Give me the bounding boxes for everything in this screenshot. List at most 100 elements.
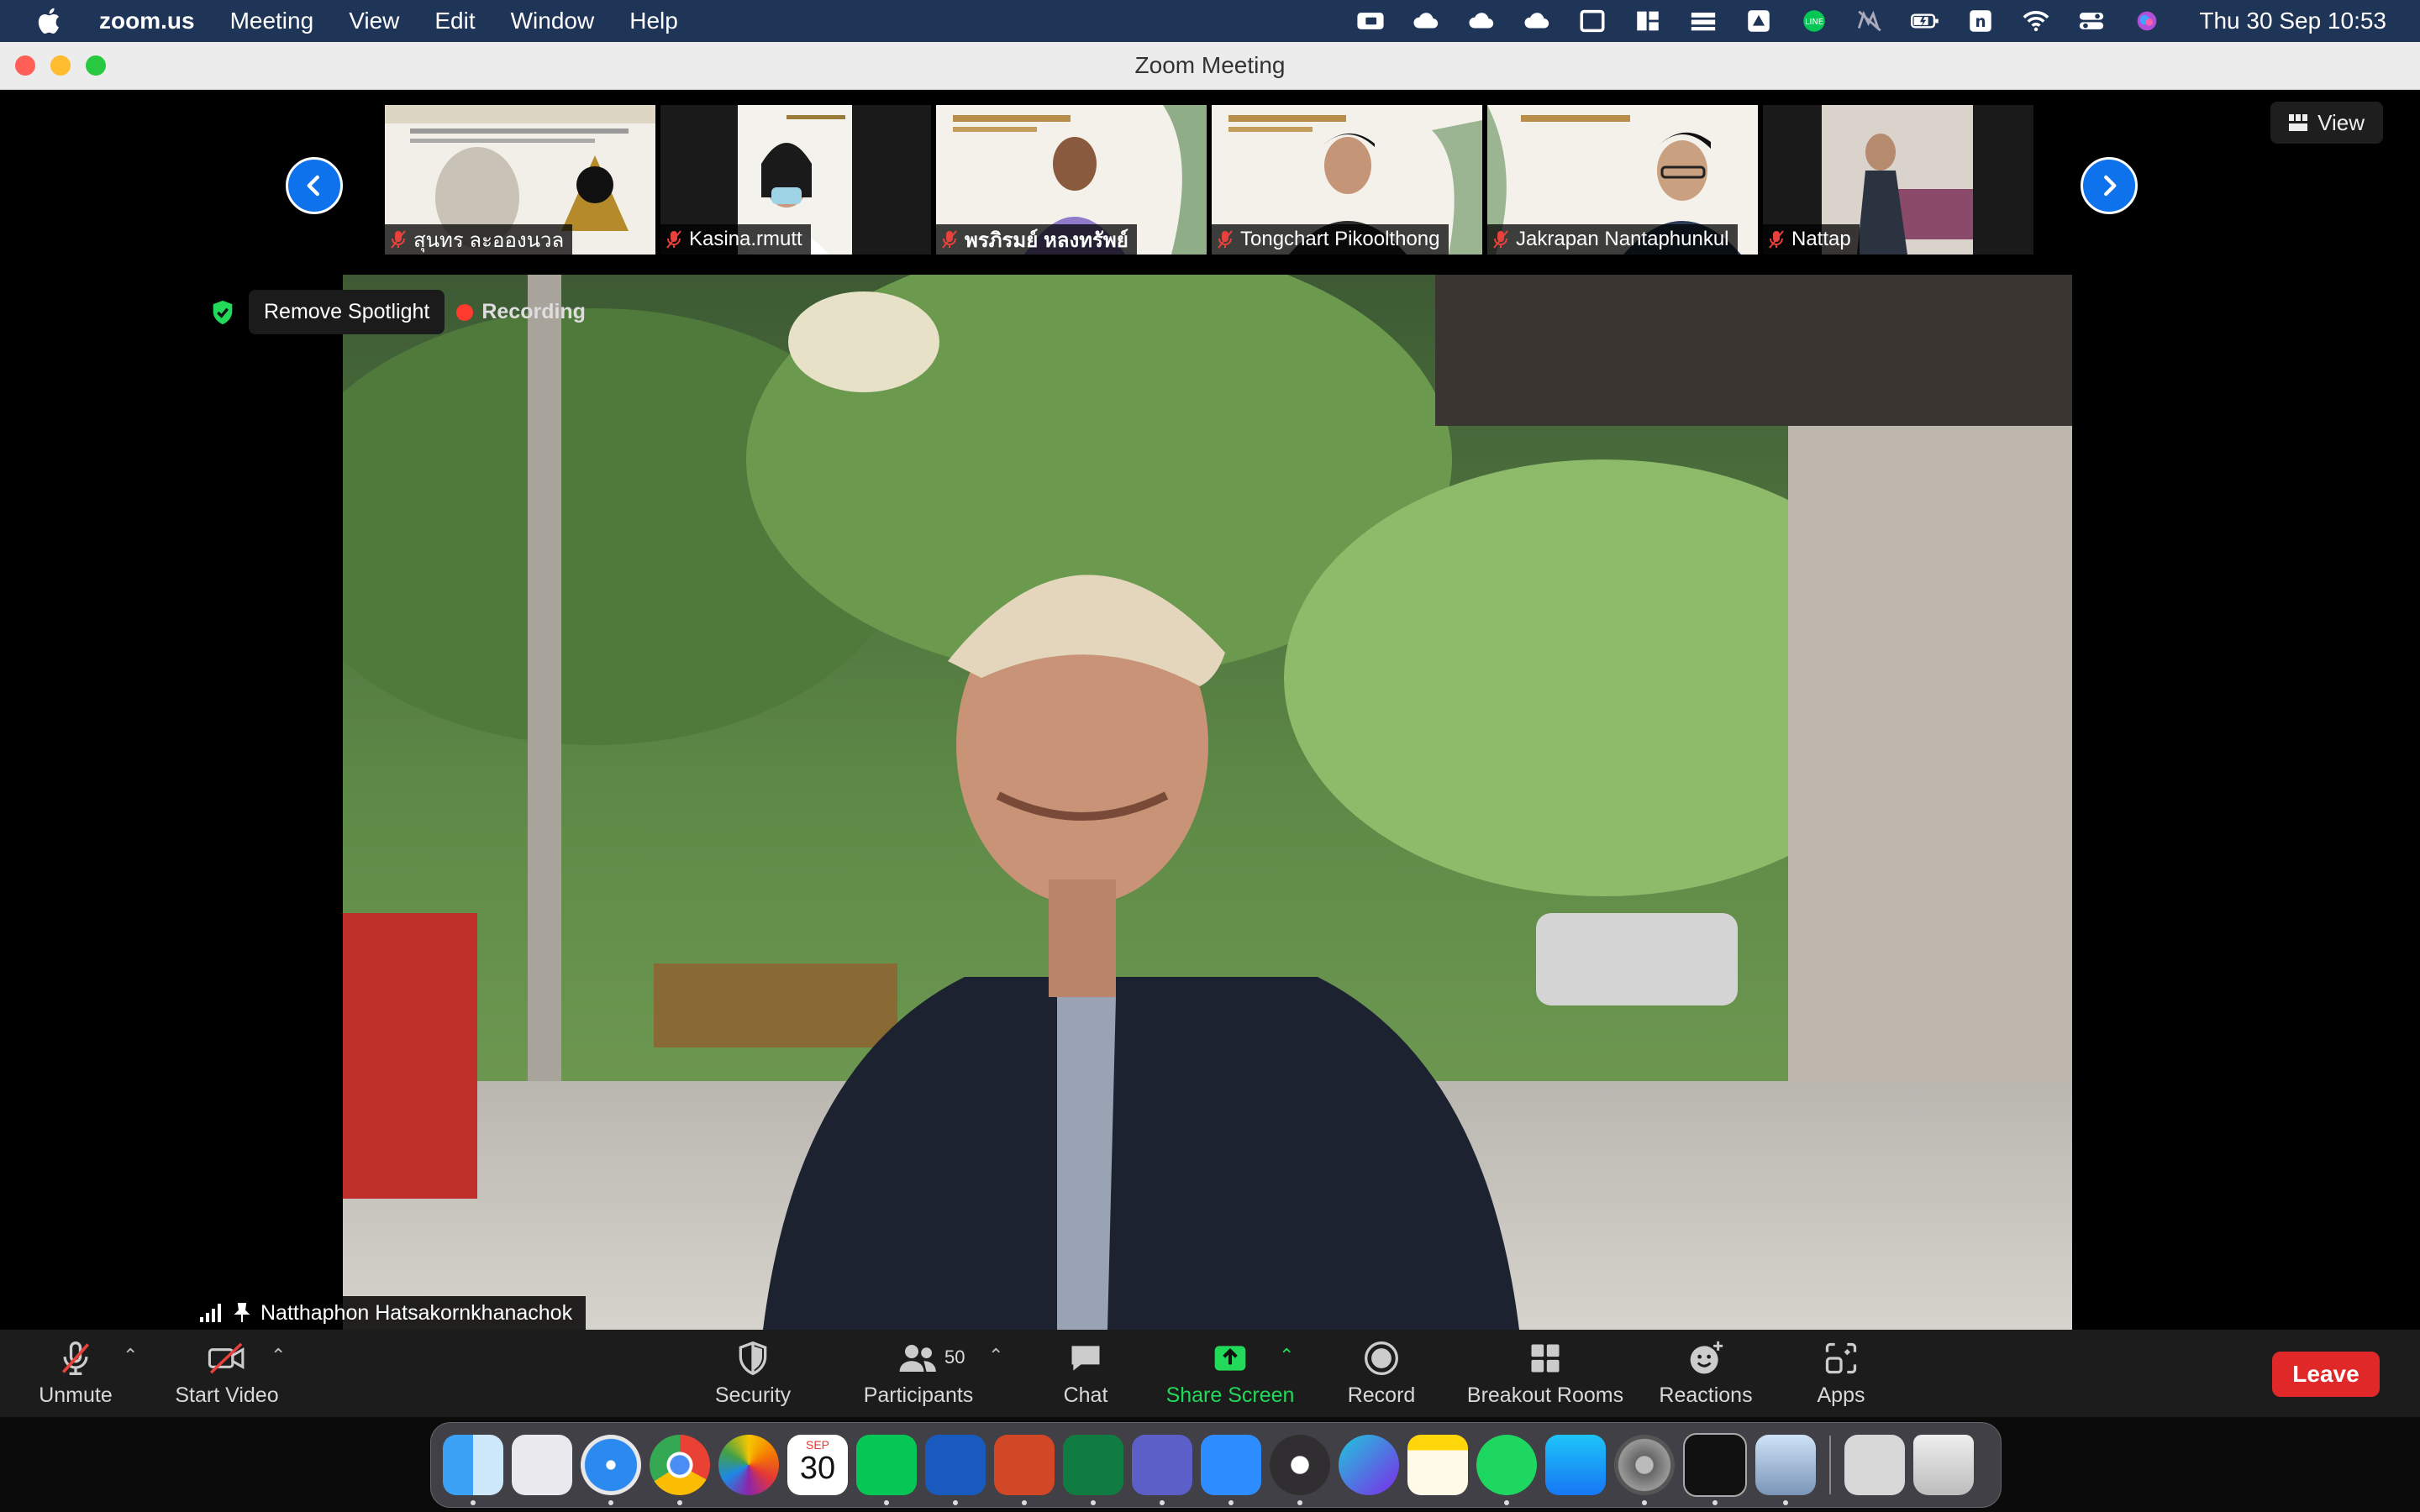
system-preferences-icon[interactable] [1614, 1435, 1675, 1505]
window-title-bar: Zoom Meeting [0, 42, 2420, 90]
drive-icon[interactable] [1744, 8, 1774, 34]
breakout-rooms-button[interactable]: Breakout Rooms [1464, 1330, 1627, 1417]
preview-icon[interactable] [1755, 1435, 1816, 1505]
participants-label: Participants [863, 1383, 974, 1407]
cloud-icon[interactable] [1411, 8, 1441, 34]
dock: SEP 30 [430, 1422, 2002, 1508]
audio-options-chevron-icon[interactable]: ⌃ [123, 1345, 143, 1366]
menu-clock[interactable]: Thu 30 Sep 10:53 [2199, 8, 2386, 34]
participant-tile[interactable]: Nattap [1763, 105, 2033, 255]
stack-icon[interactable] [1688, 8, 1718, 34]
share-screen-button[interactable]: Share Screen [1163, 1330, 1297, 1417]
next-page-button[interactable] [2081, 157, 2138, 214]
chat-bubble-icon [1071, 1345, 1100, 1371]
view-button[interactable]: View [2270, 102, 2383, 144]
share-screen-icon [1214, 1345, 1246, 1371]
safari-icon[interactable] [581, 1435, 641, 1505]
line-icon[interactable]: LINE [1799, 8, 1829, 34]
close-window-button[interactable] [15, 55, 35, 76]
remove-spotlight-button[interactable]: Remove Spotlight [249, 290, 445, 334]
participants-options-chevron-icon[interactable]: ⌃ [988, 1345, 1008, 1366]
word-icon[interactable] [925, 1435, 986, 1505]
unmute-button[interactable]: Unmute [25, 1330, 126, 1417]
window-icon[interactable] [1577, 8, 1607, 34]
participant-tile[interactable]: Jakrapan Nantaphunkul [1487, 105, 1758, 255]
share-options-chevron-icon[interactable]: ⌃ [1279, 1345, 1299, 1366]
participant-tile[interactable]: Tongchart Pikoolthong [1212, 105, 1482, 255]
launchpad-icon[interactable] [512, 1435, 572, 1495]
fullscreen-window-button[interactable] [86, 55, 106, 76]
dock-area: SEP 30 [0, 1417, 2420, 1512]
chat-label: Chat [1063, 1383, 1108, 1407]
menu-help[interactable]: Help [629, 8, 678, 34]
chat-button[interactable]: Chat [1052, 1330, 1119, 1417]
powerpoint-icon[interactable] [994, 1435, 1055, 1505]
spotlight-video[interactable]: Remove Spotlight Recording Natthaphon Ha… [193, 275, 2227, 1330]
menu-window[interactable]: Window [511, 8, 595, 34]
finder-icon[interactable] [443, 1435, 503, 1505]
notion-icon[interactable]: n [1965, 8, 1996, 34]
canva-icon[interactable] [1339, 1435, 1399, 1495]
participants-button[interactable]: Participants [855, 1330, 981, 1417]
app-store-icon[interactable] [1545, 1435, 1606, 1495]
excel-icon[interactable] [1063, 1435, 1123, 1505]
muted-audio-icon[interactable] [1854, 8, 1885, 34]
menu-edit[interactable]: Edit [434, 8, 475, 34]
participant-name: Jakrapan Nantaphunkul [1516, 228, 1729, 250]
wifi-icon[interactable] [2021, 8, 2051, 34]
notes-icon[interactable] [1407, 1435, 1468, 1495]
security-shield-icon[interactable] [208, 298, 237, 327]
security-button[interactable]: Security [702, 1330, 803, 1417]
teams-icon[interactable] [1132, 1435, 1192, 1505]
breakout-rooms-icon [1531, 1344, 1560, 1372]
cloud-icon[interactable] [1466, 8, 1497, 34]
photos-icon[interactable] [718, 1435, 779, 1495]
status-menus: LINE n Thu 30 Sep 10:53 [1355, 0, 2386, 42]
participant-name: Nattap [1791, 228, 1851, 250]
apps-button[interactable]: Apps [1803, 1330, 1879, 1417]
participant-tile[interactable]: Kasina.rmutt [660, 105, 931, 255]
participant-name: พรภิรมย์ หลงทรัพย์ [965, 228, 1128, 252]
reactions-button[interactable]: Reactions [1654, 1330, 1758, 1417]
leave-button[interactable]: Leave [2272, 1352, 2380, 1397]
obs-icon[interactable] [1270, 1435, 1330, 1505]
breakout-rooms-label: Breakout Rooms [1466, 1383, 1624, 1407]
menu-app-name[interactable]: zoom.us [99, 8, 195, 34]
menu-view[interactable]: View [349, 8, 399, 34]
calendar-day: 30 [799, 1451, 836, 1486]
trash-icon[interactable] [1913, 1435, 1974, 1495]
battery-icon[interactable] [1910, 8, 1940, 34]
menu-bar: zoom.us Meeting View Edit Window Help LI… [0, 0, 2420, 42]
line-app-icon[interactable] [856, 1435, 917, 1505]
participant-nameplate: Tongchart Pikoolthong [1212, 224, 1449, 255]
layout-icon[interactable] [1633, 8, 1663, 34]
calendar-icon[interactable]: SEP 30 [787, 1435, 848, 1495]
video-camera-icon[interactable] [1355, 8, 1386, 34]
participant-name: Kasina.rmutt [689, 228, 802, 250]
participant-name: Tongchart Pikoolthong [1240, 228, 1440, 250]
zoom-icon[interactable] [1201, 1435, 1261, 1505]
minimize-window-button[interactable] [50, 55, 71, 76]
participant-tile[interactable]: สุนทร ละอองนวล [385, 105, 655, 255]
participant-tile[interactable]: พรภิรมย์ หลงทรัพย์ [936, 105, 1207, 255]
downloads-folder-icon[interactable] [1844, 1435, 1905, 1495]
svg-text:LINE: LINE [1805, 18, 1823, 27]
apple-icon[interactable] [35, 6, 66, 36]
recording-indicator[interactable]: Recording [456, 300, 586, 324]
siri-icon[interactable] [2132, 8, 2162, 34]
spotify-icon[interactable] [1476, 1435, 1537, 1505]
start-video-button[interactable]: Start Video [168, 1330, 286, 1417]
terminal-icon[interactable] [1683, 1433, 1747, 1505]
participant-nameplate: Kasina.rmutt [660, 224, 811, 255]
record-button[interactable]: Record [1339, 1330, 1423, 1417]
spotlight-controls: Remove Spotlight Recording [208, 290, 586, 334]
cloud-icon[interactable] [1522, 8, 1552, 34]
video-options-chevron-icon[interactable]: ⌃ [271, 1345, 291, 1366]
previous-page-button[interactable] [286, 157, 343, 214]
menu-meeting[interactable]: Meeting [230, 8, 314, 34]
muted-mic-icon [1218, 230, 1233, 249]
chrome-icon[interactable] [650, 1435, 710, 1505]
recording-dot-icon [456, 303, 474, 321]
control-center-icon[interactable] [2076, 8, 2107, 34]
participant-nameplate: สุนทร ละอองนวล [385, 224, 573, 255]
